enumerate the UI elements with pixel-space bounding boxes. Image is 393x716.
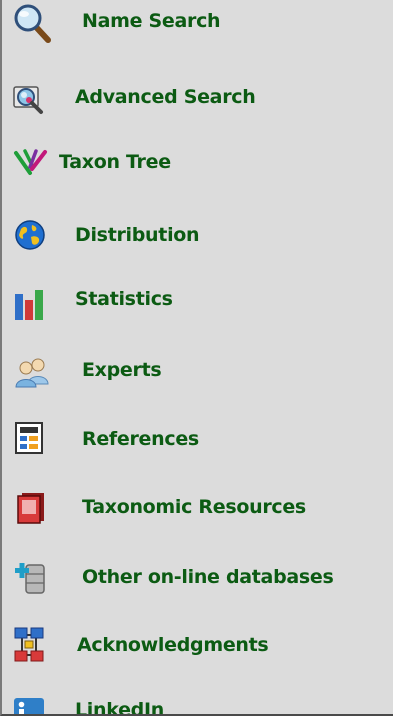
- book-icon: [16, 491, 46, 525]
- menu-item-label: Taxonomic Resources: [82, 496, 306, 518]
- menu-item-label: References: [82, 428, 199, 450]
- document-icon: [14, 421, 44, 455]
- menu-item-label: Name Search: [82, 10, 221, 32]
- menu-item-experts[interactable]: Experts: [2, 350, 392, 400]
- menu-item-linkedin[interactable]: LinkedIn: [2, 690, 392, 716]
- menu-item-label: Advanced Search: [75, 86, 256, 108]
- magnifier-icon: [12, 3, 52, 43]
- menu-item-acknowledgments[interactable]: Acknowledgments: [2, 622, 392, 672]
- menu-item-label: Experts: [82, 359, 162, 381]
- navigation-menu: Name Search Advanced Search Taxon Tree D…: [0, 0, 393, 716]
- menu-item-label: Taxon Tree: [59, 151, 171, 173]
- menu-item-label: Acknowledgments: [77, 634, 269, 656]
- menu-item-statistics[interactable]: Statistics: [2, 280, 392, 330]
- network-icon: [14, 627, 44, 663]
- menu-item-advanced-search[interactable]: Advanced Search: [2, 75, 392, 125]
- linkedin-icon: [14, 698, 44, 714]
- menu-item-other-databases[interactable]: Other on-line databases: [2, 555, 392, 605]
- menu-item-references[interactable]: References: [2, 418, 392, 468]
- menu-item-label: Other on-line databases: [82, 566, 334, 588]
- people-icon: [14, 356, 50, 388]
- menu-item-taxonomic-resources[interactable]: Taxonomic Resources: [2, 485, 392, 535]
- menu-item-distribution[interactable]: Distribution: [2, 210, 392, 260]
- menu-item-label: Statistics: [75, 288, 173, 310]
- menu-item-taxon-tree[interactable]: Taxon Tree: [2, 140, 392, 190]
- globe-icon: [14, 219, 46, 251]
- advanced-search-icon: [12, 83, 44, 115]
- menu-item-label: LinkedIn: [75, 699, 164, 716]
- menu-item-label: Distribution: [75, 224, 200, 246]
- bar-chart-icon: [14, 286, 46, 320]
- menu-item-name-search[interactable]: Name Search: [2, 0, 392, 50]
- taxon-tree-icon: [12, 147, 48, 177]
- database-add-icon: [14, 559, 46, 595]
